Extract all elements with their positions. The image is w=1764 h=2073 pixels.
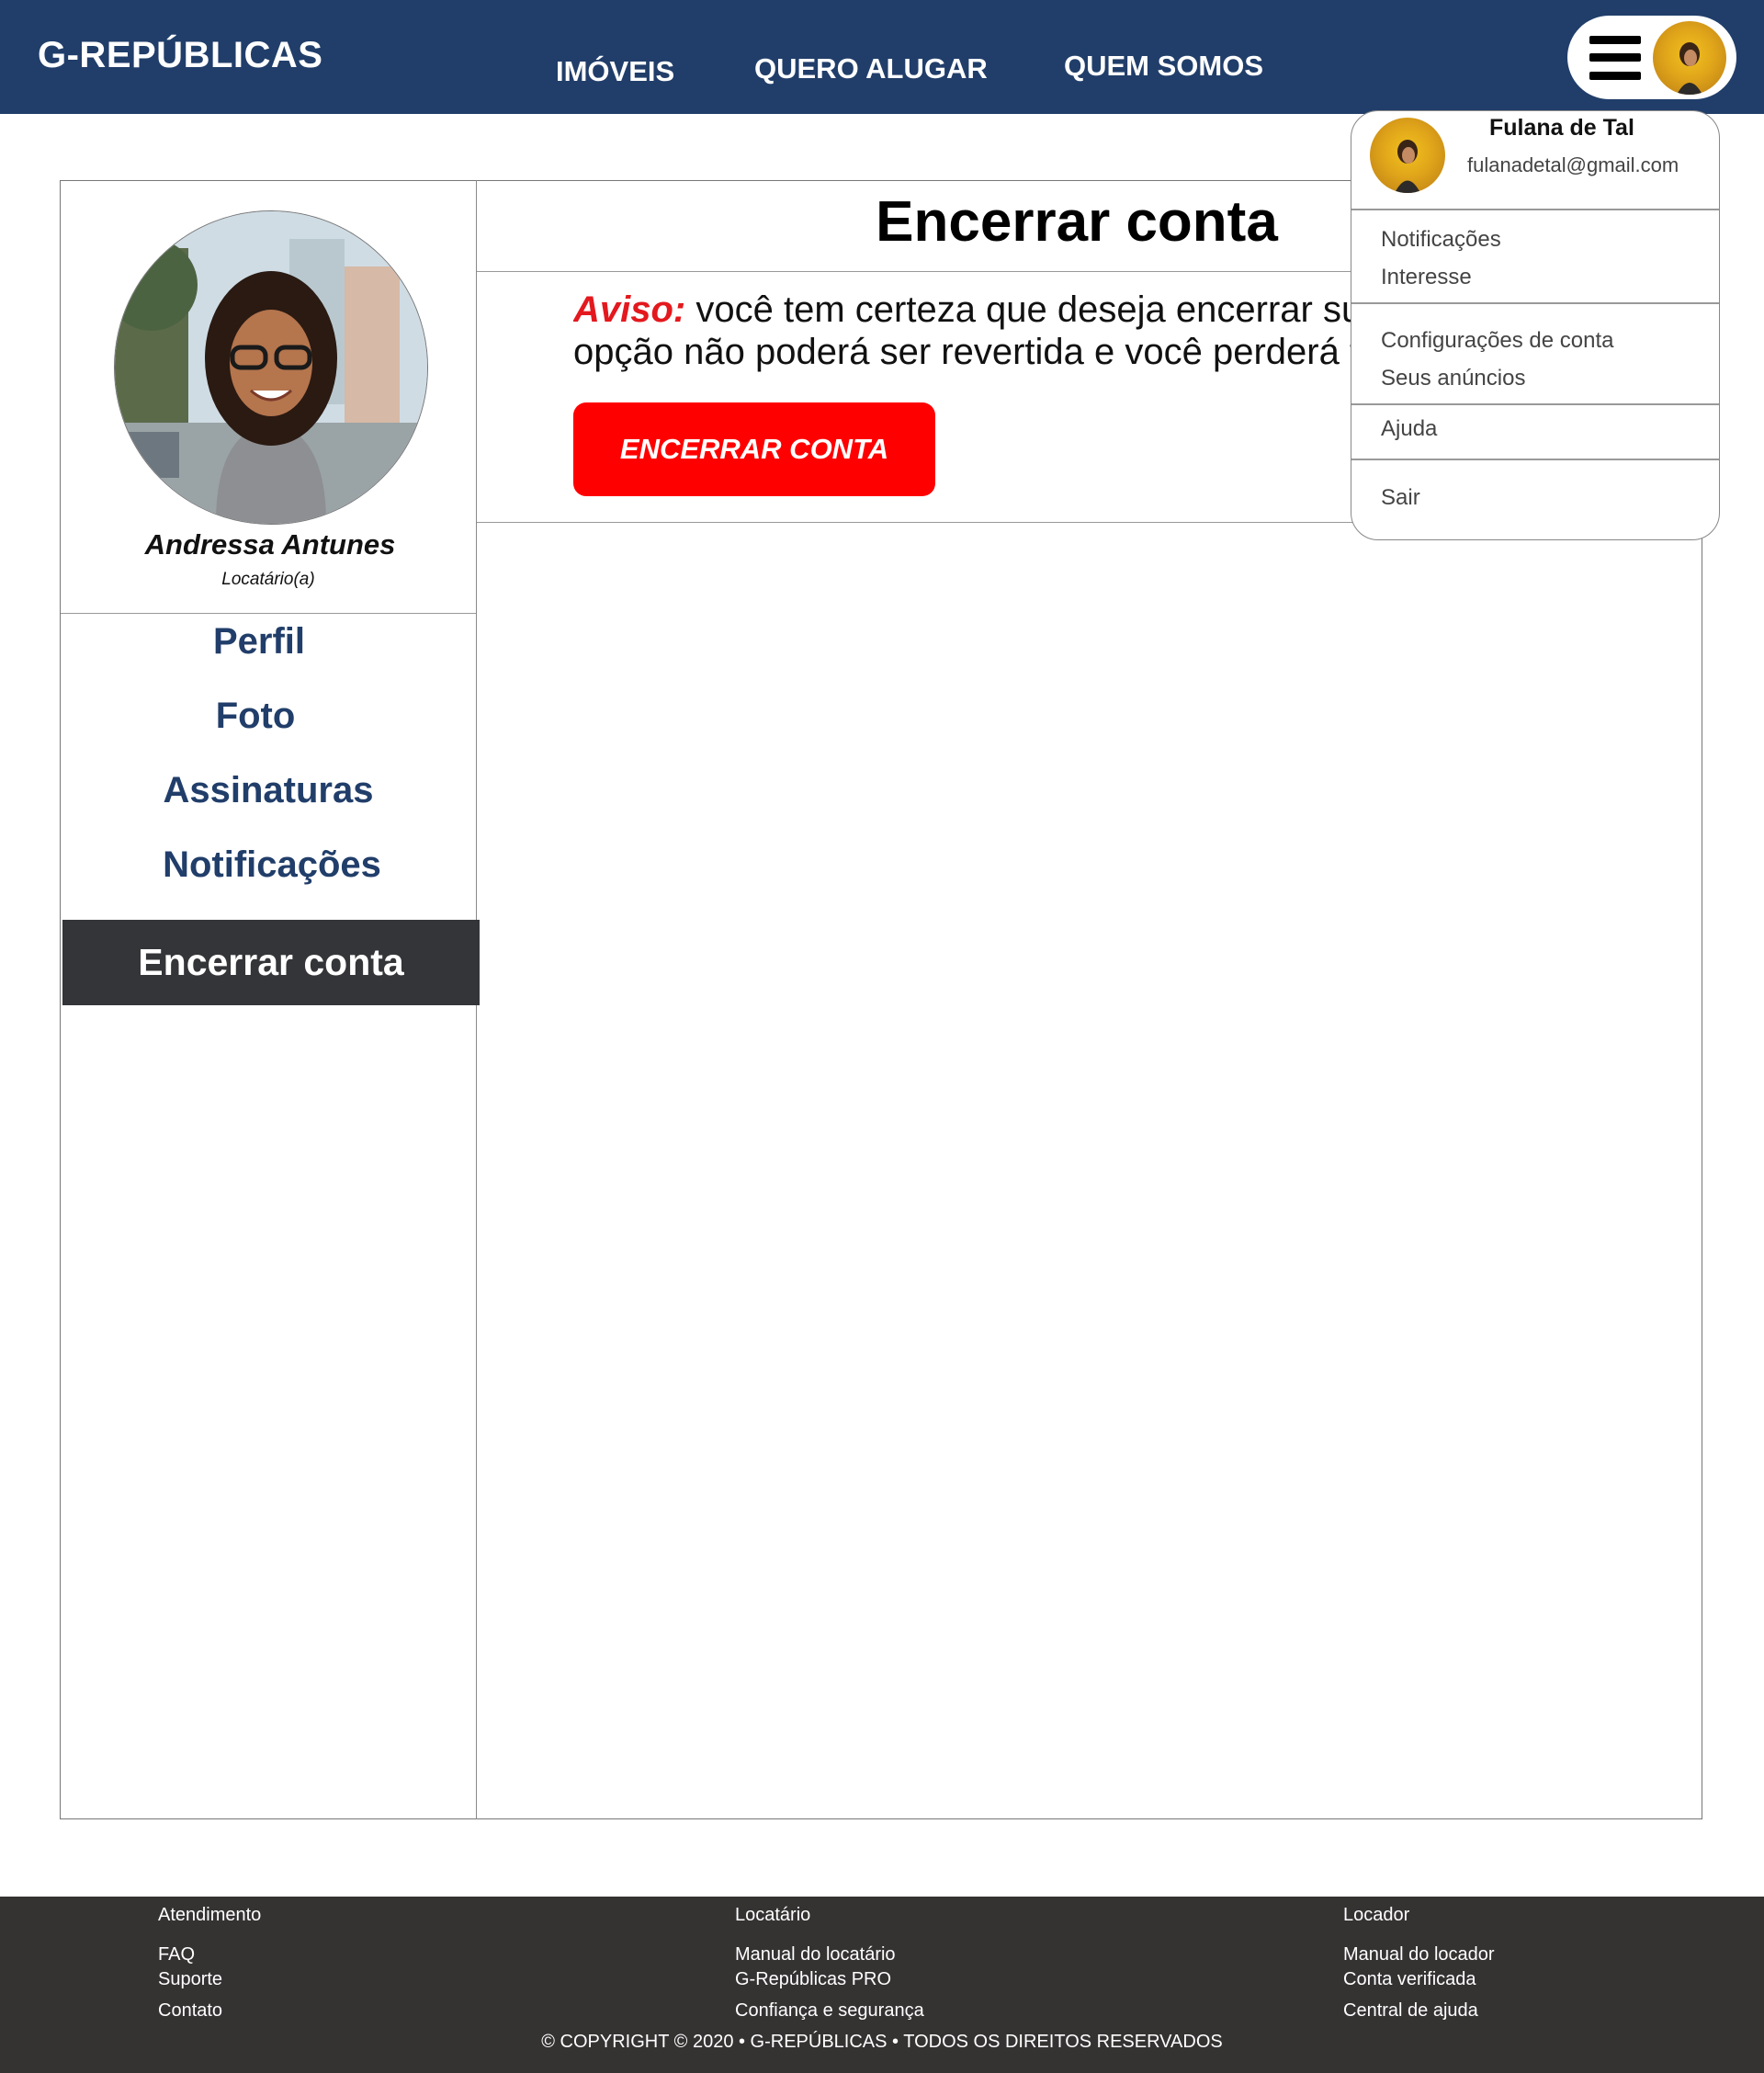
footer-link-manual-locatario[interactable]: Manual do locatário <box>735 1944 896 1965</box>
footer-heading: Locador <box>1343 1905 1410 1925</box>
sidebar-item-notificacoes[interactable]: Notificações <box>64 844 480 886</box>
user-menu-button[interactable] <box>1567 16 1736 99</box>
sidebar-item-foto[interactable]: Foto <box>48 696 463 737</box>
warning-label: Aviso: <box>573 289 686 330</box>
hamburger-menu-icon <box>1589 36 1641 80</box>
profile-photo <box>114 210 428 525</box>
dropdown-item-ajuda[interactable]: Ajuda <box>1381 416 1437 442</box>
dropdown-user-name: Fulana de Tal <box>1489 115 1634 141</box>
sidebar-item-perfil[interactable]: Perfil <box>51 621 467 663</box>
footer-link-conta-verificada[interactable]: Conta verificada <box>1343 1969 1476 1990</box>
dropdown-item-sair[interactable]: Sair <box>1381 485 1420 511</box>
footer-link-confianca-seguranca[interactable]: Confiança e segurança <box>735 2000 924 2022</box>
footer-link-faq[interactable]: FAQ <box>158 1944 195 1965</box>
dropdown-avatar <box>1370 118 1445 193</box>
title-divider <box>477 271 1359 272</box>
sidebar-item-assinaturas[interactable]: Assinaturas <box>61 770 476 811</box>
dropdown-item-interesse[interactable]: Interesse <box>1381 265 1472 290</box>
footer-link-suporte[interactable]: Suporte <box>158 1969 222 1990</box>
sidebar-item-encerrar-conta[interactable]: Encerrar conta <box>62 920 480 1005</box>
dropdown-divider <box>1351 403 1719 405</box>
footer-link-manual-locador[interactable]: Manual do locador <box>1343 1944 1495 1965</box>
footer-heading: Locatário <box>735 1905 811 1925</box>
profile-name: Andressa Antunes <box>144 528 396 561</box>
profile-role: Locatário(a) <box>221 570 315 589</box>
footer-link-contato[interactable]: Contato <box>158 2000 222 2022</box>
nav-imoveis[interactable]: IMÓVEIS <box>556 55 674 88</box>
footer-link-g-republicas-pro[interactable]: G-Repúblicas PRO <box>735 1969 891 1990</box>
nav-quem-somos[interactable]: QUEM SOMOS <box>1064 50 1263 83</box>
dropdown-item-seus-anuncios[interactable]: Seus anúncios <box>1381 366 1525 391</box>
dropdown-divider <box>1351 302 1719 304</box>
user-dropdown-menu: Fulana de Tal fulanadetal@gmail.com Noti… <box>1351 110 1720 540</box>
brand-logo[interactable]: G-REPÚBLICAS <box>38 35 322 76</box>
dropdown-item-notificacoes[interactable]: Notificações <box>1381 227 1501 253</box>
footer-link-central-ajuda[interactable]: Central de ajuda <box>1343 2000 1478 2022</box>
dropdown-item-configuracoes[interactable]: Configurações de conta <box>1381 328 1614 354</box>
close-account-button[interactable]: ENCERRAR CONTA <box>573 402 935 496</box>
dropdown-divider <box>1351 459 1719 460</box>
nav-quero-alugar[interactable]: QUERO ALUGAR <box>754 52 988 85</box>
sidebar-separator <box>61 613 476 614</box>
top-navbar: G-REPÚBLICAS IMÓVEIS QUERO ALUGAR QUEM S… <box>0 0 1764 114</box>
content-divider <box>477 522 1359 523</box>
footer-heading: Atendimento <box>158 1905 262 1925</box>
dropdown-user-email: fulanadetal@gmail.com <box>1467 153 1679 176</box>
warning-text-line2: opção não poderá ser revertida e você pe… <box>573 332 1363 372</box>
warning-message: Aviso: você tem certeza que deseja encer… <box>573 289 1363 380</box>
warning-text-line1: você tem certeza que deseja encerrar sua… <box>695 289 1363 330</box>
footer: Atendimento FAQ Suporte Contato Locatári… <box>0 1897 1764 2073</box>
user-avatar <box>1653 21 1726 95</box>
dropdown-divider <box>1351 209 1719 210</box>
copyright-text: © COPYRIGHT © 2020 • G-REPÚBLICAS • TODO… <box>541 2032 1223 2052</box>
